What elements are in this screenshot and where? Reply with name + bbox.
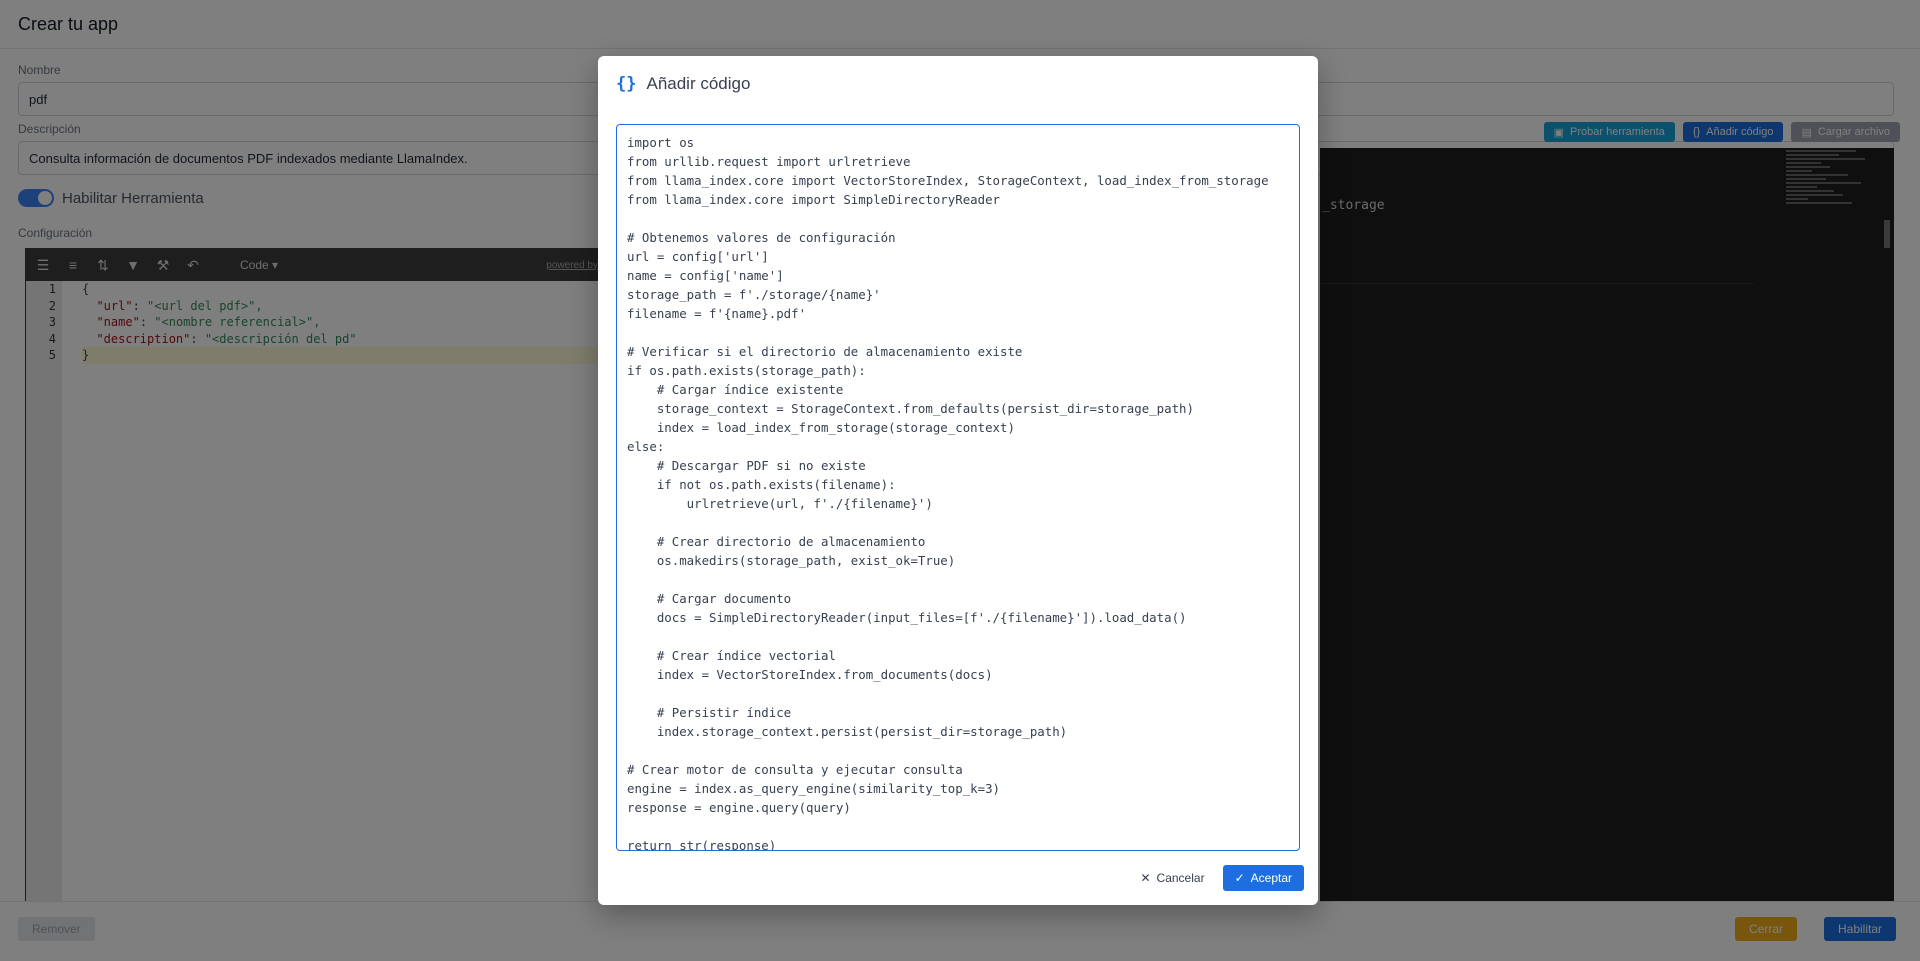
close-icon: ✕ <box>1140 871 1151 885</box>
check-icon: ✓ <box>1234 871 1245 885</box>
accept-button[interactable]: ✓ Aceptar <box>1222 865 1304 891</box>
modal-header: {} Añadir código <box>616 74 750 94</box>
cancel-label: Cancelar <box>1156 871 1205 885</box>
cancel-button[interactable]: ✕ Cancelar <box>1134 865 1210 891</box>
braces-icon: {} <box>616 74 637 94</box>
accept-label: Aceptar <box>1250 871 1292 885</box>
code-content: import os from urllib.request import url… <box>627 135 1269 851</box>
add-code-modal: {} Añadir código import os from urllib.r… <box>598 56 1318 905</box>
modal-actions: ✕ Cancelar ✓ Aceptar <box>1134 865 1304 891</box>
code-textarea[interactable]: import os from urllib.request import url… <box>616 124 1300 851</box>
modal-title: Añadir código <box>646 74 751 93</box>
